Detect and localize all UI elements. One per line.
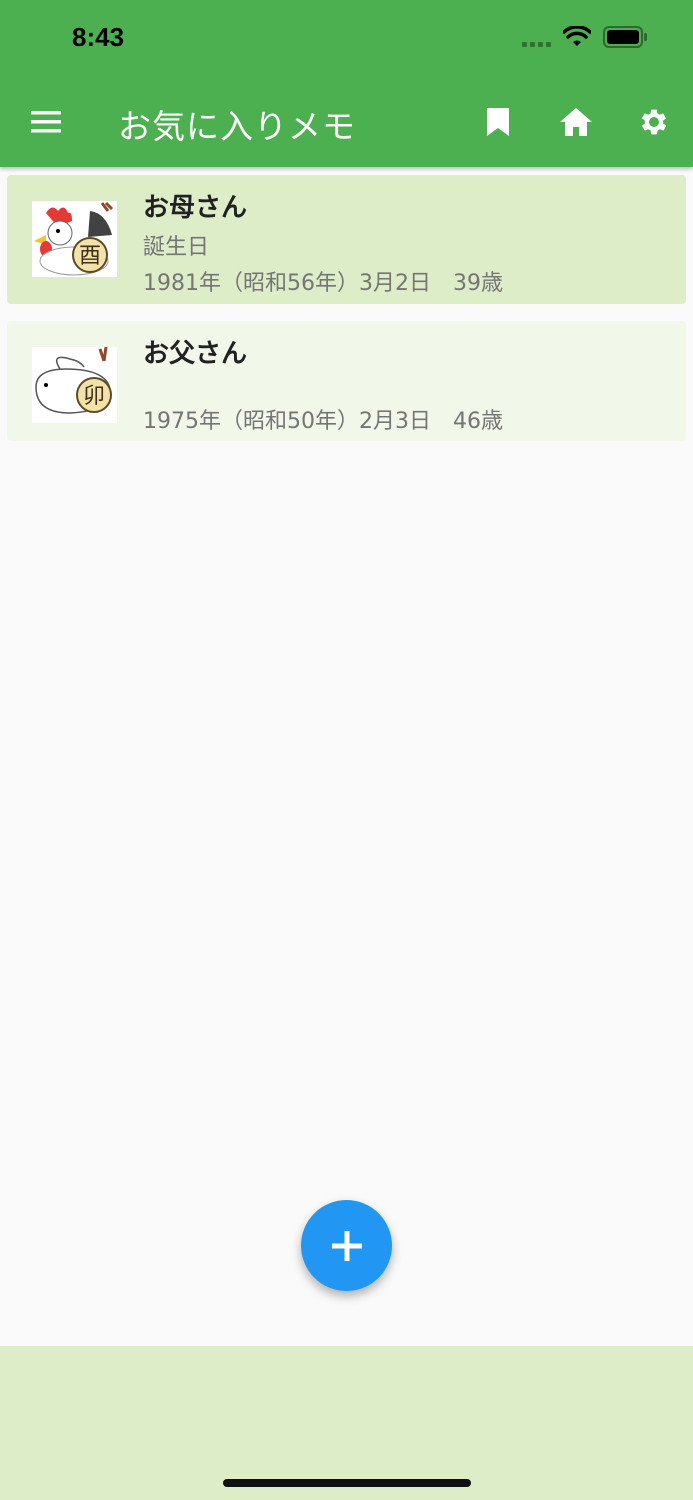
signal-icon (522, 27, 551, 47)
settings-button[interactable] (630, 98, 678, 146)
gear-icon (641, 109, 667, 135)
menu-icon (31, 111, 61, 133)
memo-list: 酉 お母さん 誕生日 1981年（昭和56年）3月2日 39歳 卯 お父さん 1… (7, 175, 686, 458)
item-birthdate: 1981年（昭和56年）3月2日 39歳 (143, 271, 503, 296)
page-title: お気に入りメモ (118, 107, 356, 146)
app-bar: 8:43 お気に入りメモ (0, 0, 693, 167)
menu-button[interactable] (22, 98, 70, 146)
plus-icon (331, 1230, 362, 1261)
battery-icon (603, 26, 647, 48)
wifi-icon (563, 26, 591, 46)
add-button[interactable] (301, 1200, 392, 1291)
zodiac-label: 酉 (79, 244, 101, 269)
status-icons (522, 26, 649, 48)
bookmark-icon (487, 108, 509, 136)
rooster-zodiac-image: 酉 (32, 201, 117, 277)
home-button[interactable] (552, 98, 600, 146)
item-subtitle: 誕生日 (143, 235, 210, 260)
item-name: お母さん (143, 193, 248, 223)
item-name: お父さん (143, 339, 248, 369)
zodiac-label: 卯 (83, 384, 105, 409)
bottom-banner-area (0, 1346, 693, 1500)
rabbit-zodiac-image: 卯 (32, 346, 117, 423)
home-indicator[interactable] (223, 1479, 471, 1487)
item-birthdate: 1975年（昭和50年）2月3日 46歳 (143, 409, 503, 434)
home-icon (560, 108, 592, 136)
list-item-mother[interactable]: 酉 お母さん 誕生日 1981年（昭和56年）3月2日 39歳 (7, 175, 686, 304)
list-item-father[interactable]: 卯 お父さん 1975年（昭和50年）2月3日 46歳 (7, 321, 686, 441)
status-time: 8:43 (72, 22, 125, 52)
bookmark-button[interactable] (474, 98, 522, 146)
